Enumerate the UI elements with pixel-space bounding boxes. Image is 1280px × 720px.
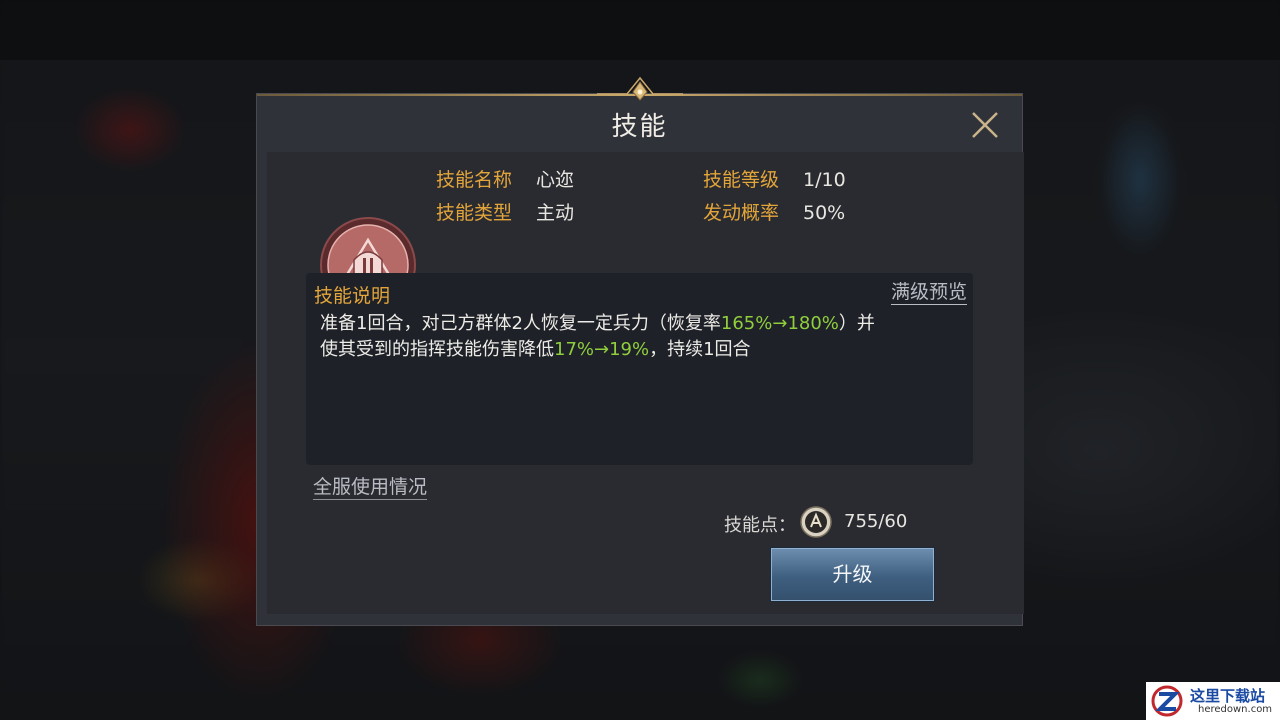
damage-reduction-highlight: 17%→19% [554,339,650,360]
description-line2-text: 使其受到的指挥技能伤害降低 [320,339,554,360]
skill-level-label: 技能等级 [703,169,780,191]
skill-type-value: 主动 [536,202,575,224]
skill-level-value: 1/10 [803,169,846,191]
watermark-logo-icon [1151,685,1183,717]
trigger-chance-label: 发动概率 [703,202,780,224]
watermark: 这里下载站 heredown.com [1146,682,1280,720]
description-line1-text: 准备1回合，对己方群体2人恢复一定兵力（恢复率 [320,313,721,334]
trigger-chance-value: 50% [803,202,846,224]
description-title: 技能说明 [314,285,391,307]
upgrade-button[interactable]: 升级 [771,548,934,601]
watermark-text-cn: 这里下载站 [1190,687,1266,705]
server-usage-link[interactable]: 全服使用情况 [313,476,428,500]
skill-points-label: 技能点： [724,515,796,536]
max-level-preview-link[interactable]: 满级预览 [890,281,967,305]
watermark-text-en: heredown.com [1198,704,1273,715]
description-panel: 技能说明 满级预览 准备1回合，对己方群体2人恢复一定兵力（恢复率165%→18… [306,273,973,465]
description-text: 准备1回合，对己方群体2人恢复一定兵力（恢复率165%→180%）并 使其受到的… [320,311,960,363]
skill-name-label: 技能名称 [436,169,513,191]
description-line2-end: ，持续1回合 [649,339,751,360]
skill-point-coin-icon [800,506,832,538]
skill-name-value: 心迩 [536,169,575,191]
close-icon[interactable] [968,108,1002,142]
dialog-title-bar: 技能 [257,96,1022,150]
heal-rate-highlight: 165%→180% [720,313,839,334]
description-line1-end: ）并 [838,313,875,334]
skill-type-label: 技能类型 [436,202,513,224]
skill-points-value: 755/60 [844,511,908,532]
dialog-title: 技能 [611,112,668,142]
